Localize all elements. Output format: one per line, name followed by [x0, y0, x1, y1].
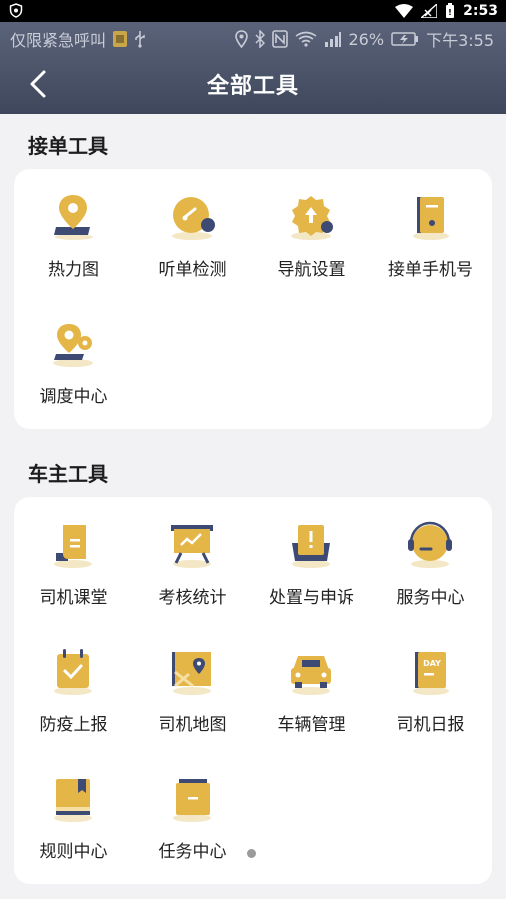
day-report-icon: DAY	[413, 652, 449, 695]
usb-icon	[135, 31, 145, 48]
shield-icon	[9, 3, 23, 18]
section-title-owner-tools: 车主工具	[28, 462, 108, 486]
tool-label: 处置与申诉	[269, 588, 354, 608]
tool-nav-settings[interactable]: 导航设置	[252, 169, 371, 280]
tool-heatmap[interactable]: 热力图	[14, 169, 133, 280]
signal-icon	[324, 32, 341, 47]
tool-task-center[interactable]: 任务中心	[133, 751, 252, 862]
tool-label: 考核统计	[158, 588, 227, 608]
tool-dispatch-center[interactable]: 调度中心	[14, 296, 133, 407]
car-icon	[291, 656, 331, 695]
tool-driver-daily[interactable]: DAY 司机日报	[371, 624, 490, 735]
tool-label: 车辆管理	[277, 715, 346, 735]
tool-label: 导航设置	[277, 260, 346, 280]
phone-card-icon	[413, 197, 449, 240]
tool-label: 服务中心	[396, 588, 465, 608]
svg-text:DAY: DAY	[423, 659, 441, 668]
tool-label: 司机地图	[158, 715, 227, 735]
status-time: 下午3:55	[426, 31, 494, 50]
headset-icon	[408, 521, 452, 568]
tool-driver-map[interactable]: 司机地图	[133, 624, 252, 735]
tool-listen-check[interactable]: 听单检测	[133, 169, 252, 280]
map-icon	[172, 652, 211, 695]
battery-percent: 26%	[348, 29, 385, 49]
sim-card-icon	[113, 31, 128, 47]
nav-gear-icon	[291, 196, 333, 240]
nfc-icon	[271, 30, 288, 48]
tool-service-center[interactable]: 服务中心	[371, 497, 490, 608]
battery-icon: !	[446, 3, 455, 18]
system-status-bar: ! 2:53	[0, 0, 506, 22]
system-time: 2:53	[463, 3, 498, 19]
appeal-folder-icon	[292, 525, 330, 568]
owner-tools-card: 司机课堂 考核统计 处置与申诉 服务中心 防疫上报 司机地图 车辆管理 DAY …	[14, 497, 492, 884]
tool-label: 任务中心	[158, 842, 227, 862]
order-tools-card: 热力图 听单检测 导航设置 接单手机号 调度中心	[14, 169, 492, 429]
tool-vehicle-management[interactable]: 车辆管理	[252, 624, 371, 735]
classroom-book-icon	[54, 525, 92, 568]
tool-assessment-stats[interactable]: 考核统计	[133, 497, 252, 608]
battery-charging-icon	[391, 32, 419, 46]
tool-label: 听单检测	[158, 260, 227, 280]
wifi-off-icon	[295, 31, 316, 47]
phone-status-row: 仅限紧急呼叫 26% 下午3:55	[10, 26, 494, 52]
tool-label: 调度中心	[39, 387, 108, 407]
tool-label: 防疫上报	[39, 715, 108, 735]
heatmap-pin-icon	[54, 195, 93, 240]
page-title: 全部工具	[206, 74, 299, 99]
no-signal-icon	[421, 4, 438, 18]
wifi-icon	[395, 4, 414, 18]
tool-label: 接单手机号	[388, 260, 473, 280]
tool-rules-center[interactable]: 规则中心	[14, 751, 133, 862]
location-icon	[234, 30, 248, 48]
calendar-check-icon	[54, 649, 92, 695]
page-indicator-dot	[247, 849, 256, 858]
svg-text:!: !	[448, 8, 452, 17]
tool-label: 司机日报	[396, 715, 465, 735]
tool-label: 规则中心	[39, 842, 108, 862]
tool-order-phone[interactable]: 接单手机号	[371, 169, 490, 280]
rule-book-icon	[54, 779, 92, 822]
board-chart-icon	[171, 525, 213, 568]
tool-appeal[interactable]: 处置与申诉	[252, 497, 371, 608]
bluetooth-icon	[254, 30, 265, 48]
emergency-call-text: 仅限紧急呼叫	[10, 31, 107, 50]
app-header: 仅限紧急呼叫 26% 下午3:55 全部工具	[0, 22, 506, 114]
tool-epidemic-report[interactable]: 防疫上报	[14, 624, 133, 735]
tool-label: 司机课堂	[39, 588, 108, 608]
gauge-icon	[172, 197, 215, 240]
tool-label: 热力图	[48, 260, 99, 280]
dispatch-pin-icon	[53, 324, 93, 367]
section-title-order-tools: 接单工具	[28, 134, 108, 158]
tool-driver-classroom[interactable]: 司机课堂	[14, 497, 133, 608]
task-box-icon	[173, 779, 211, 822]
